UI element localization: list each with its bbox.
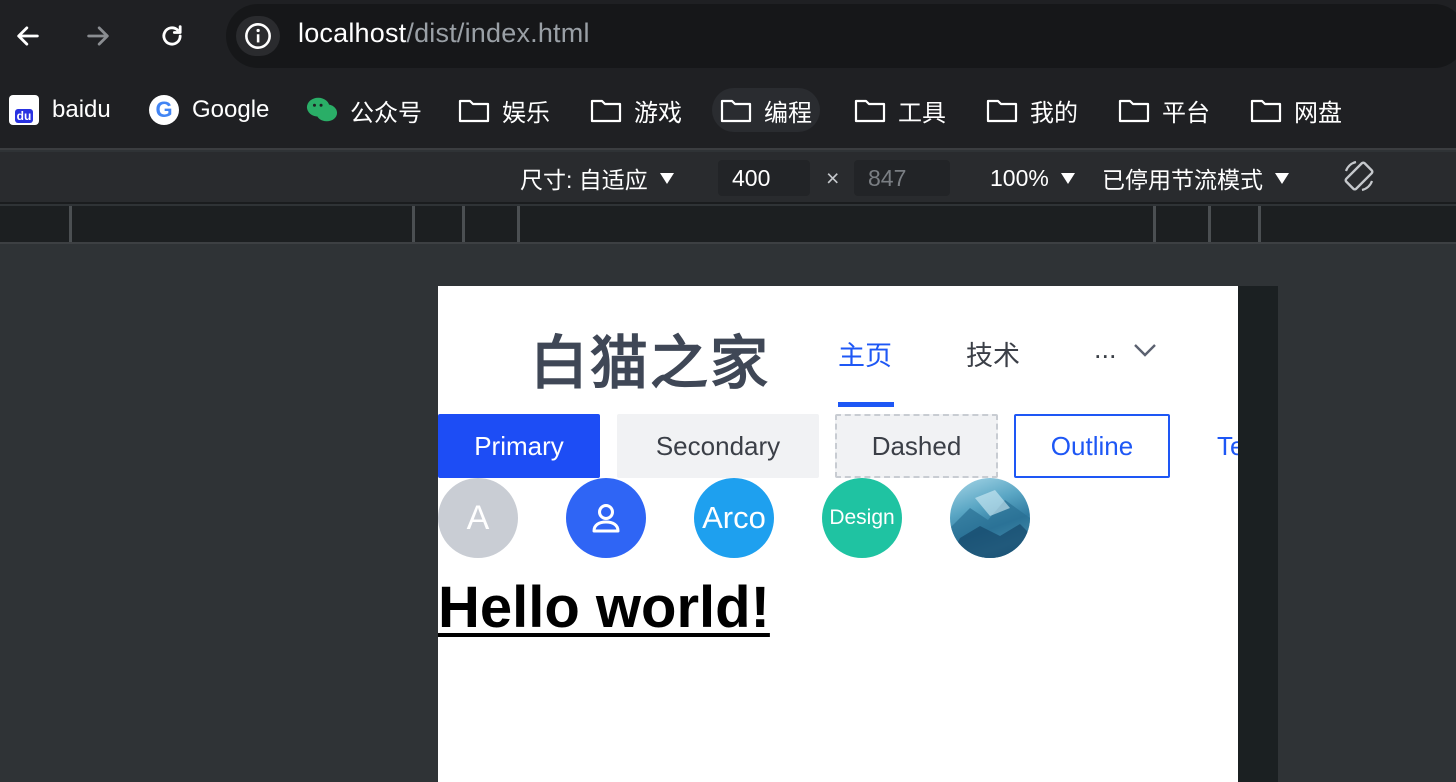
device-toolbar: 尺寸: 自适应 400 × 847 100% 已停用节流模式 bbox=[0, 152, 1456, 204]
bookmark-folder-gongju[interactable]: 工具 bbox=[846, 88, 954, 132]
avatar-letter: A bbox=[438, 478, 518, 558]
bookmark-folder-youxi[interactable]: 游戏 bbox=[582, 88, 690, 132]
baidu-icon: du bbox=[9, 95, 39, 125]
avatar-design: Design bbox=[822, 478, 902, 558]
bookmark-folder-wangpan[interactable]: 网盘 bbox=[1242, 88, 1350, 132]
menu-item-more[interactable]: ... bbox=[1094, 334, 1157, 365]
arrow-left-icon bbox=[17, 26, 39, 46]
menu-item-home[interactable]: 主页 bbox=[838, 334, 892, 373]
rotate-icon bbox=[1344, 160, 1374, 192]
bookmark-label: 工具 bbox=[898, 99, 946, 127]
menu-more-label: ... bbox=[1094, 334, 1117, 364]
url-text[interactable]: localhost/dist/index.html bbox=[298, 18, 590, 49]
ruler-tick bbox=[462, 206, 465, 242]
bookmark-label: 公众号 bbox=[350, 99, 422, 127]
bookmark-label: 编程 bbox=[764, 99, 812, 127]
wechat-icon bbox=[306, 97, 338, 122]
back-button[interactable] bbox=[6, 14, 50, 58]
bookmark-label: 娱乐 bbox=[502, 99, 550, 127]
primary-button[interactable]: Primary bbox=[438, 414, 600, 478]
bookmark-folder-pingtai[interactable]: 平台 bbox=[1110, 88, 1218, 132]
ruler-tick bbox=[412, 206, 415, 242]
ruler-tick bbox=[1153, 206, 1156, 242]
browser-toolbar: localhost/dist/index.html bbox=[0, 0, 1456, 72]
ruler-tick bbox=[517, 206, 520, 242]
bookmark-label: 平台 bbox=[1162, 99, 1210, 127]
menu-item-tech[interactable]: 技术 bbox=[966, 334, 1020, 373]
bookmark-label: Google bbox=[192, 96, 270, 123]
bookmark-folder-yule[interactable]: 娱乐 bbox=[450, 88, 558, 132]
bookmark-label: 游戏 bbox=[634, 99, 682, 127]
ruler-tick bbox=[69, 206, 72, 242]
text-button[interactable]: Text bbox=[1217, 414, 1238, 478]
info-icon bbox=[245, 23, 271, 49]
avatar-user bbox=[566, 478, 646, 558]
dimension-select[interactable]: 尺寸: 自适应 bbox=[520, 162, 674, 194]
hello-world-link[interactable]: Hello world! bbox=[438, 574, 770, 641]
media-query-ruler bbox=[0, 206, 1456, 244]
bookmark-label: baidu bbox=[52, 96, 111, 123]
dropdown-triangle-icon bbox=[1275, 172, 1289, 184]
bookmark-baidu[interactable]: du baidu bbox=[0, 88, 119, 132]
avatar-image bbox=[950, 478, 1030, 558]
folder-icon bbox=[854, 99, 886, 123]
bookmark-label: 网盘 bbox=[1294, 99, 1342, 127]
bookmark-google[interactable]: G Google bbox=[140, 88, 277, 132]
bookmark-wechat[interactable]: 公众号 bbox=[298, 88, 430, 132]
folder-icon bbox=[1250, 99, 1282, 123]
dropdown-triangle-icon bbox=[1060, 172, 1075, 184]
folder-icon bbox=[720, 99, 752, 123]
url-path: /dist/index.html bbox=[406, 18, 590, 48]
site-info-button[interactable] bbox=[236, 16, 280, 56]
arrow-right-icon bbox=[87, 26, 109, 46]
page-viewport: 白猫之家 主页 技术 ... Primary Secondary Dashed … bbox=[438, 286, 1238, 782]
throttle-select[interactable]: 已停用节流模式 bbox=[1102, 162, 1289, 194]
google-icon: G bbox=[149, 95, 179, 125]
site-title: 白猫之家 bbox=[530, 331, 771, 396]
bookmarks-bar: du baidu G Google 公众号 娱乐 游戏 编程 工具 我的 平台 … bbox=[0, 72, 1456, 150]
bookmark-folder-biancheng[interactable]: 编程 bbox=[712, 88, 820, 132]
forward-button[interactable] bbox=[76, 14, 120, 58]
menu-active-indicator bbox=[838, 402, 894, 407]
url-host: localhost bbox=[298, 18, 407, 48]
reload-icon bbox=[162, 25, 182, 46]
bookmark-folder-wode[interactable]: 我的 bbox=[978, 88, 1086, 132]
dropdown-triangle-icon bbox=[659, 172, 674, 184]
outline-button[interactable]: Outline bbox=[1014, 414, 1170, 478]
folder-icon bbox=[1118, 99, 1150, 123]
avatar-arco: Arco bbox=[694, 478, 774, 558]
viewport-gutter bbox=[1238, 286, 1278, 782]
ruler-tick bbox=[1208, 206, 1211, 242]
bookmark-label: 我的 bbox=[1030, 99, 1078, 127]
dashed-button[interactable]: Dashed bbox=[835, 414, 998, 478]
dimension-label: 尺寸: 自适应 bbox=[520, 167, 648, 193]
chevron-down-icon bbox=[1133, 343, 1156, 357]
zoom-select[interactable]: 100% bbox=[990, 162, 1075, 194]
folder-icon bbox=[590, 99, 622, 123]
reload-button[interactable] bbox=[150, 14, 194, 58]
zoom-label: 100% bbox=[990, 164, 1049, 191]
rotate-button[interactable] bbox=[1340, 160, 1378, 192]
ice-photo-icon bbox=[950, 490, 1030, 558]
user-icon bbox=[592, 504, 620, 533]
times-icon: × bbox=[826, 164, 840, 191]
folder-icon bbox=[458, 99, 490, 123]
height-input[interactable]: 847 bbox=[854, 160, 950, 196]
width-input[interactable]: 400 bbox=[718, 160, 810, 196]
ruler-tick bbox=[1258, 206, 1261, 242]
throttle-label: 已停用节流模式 bbox=[1102, 167, 1263, 193]
folder-icon bbox=[986, 99, 1018, 123]
secondary-button[interactable]: Secondary bbox=[617, 414, 819, 478]
